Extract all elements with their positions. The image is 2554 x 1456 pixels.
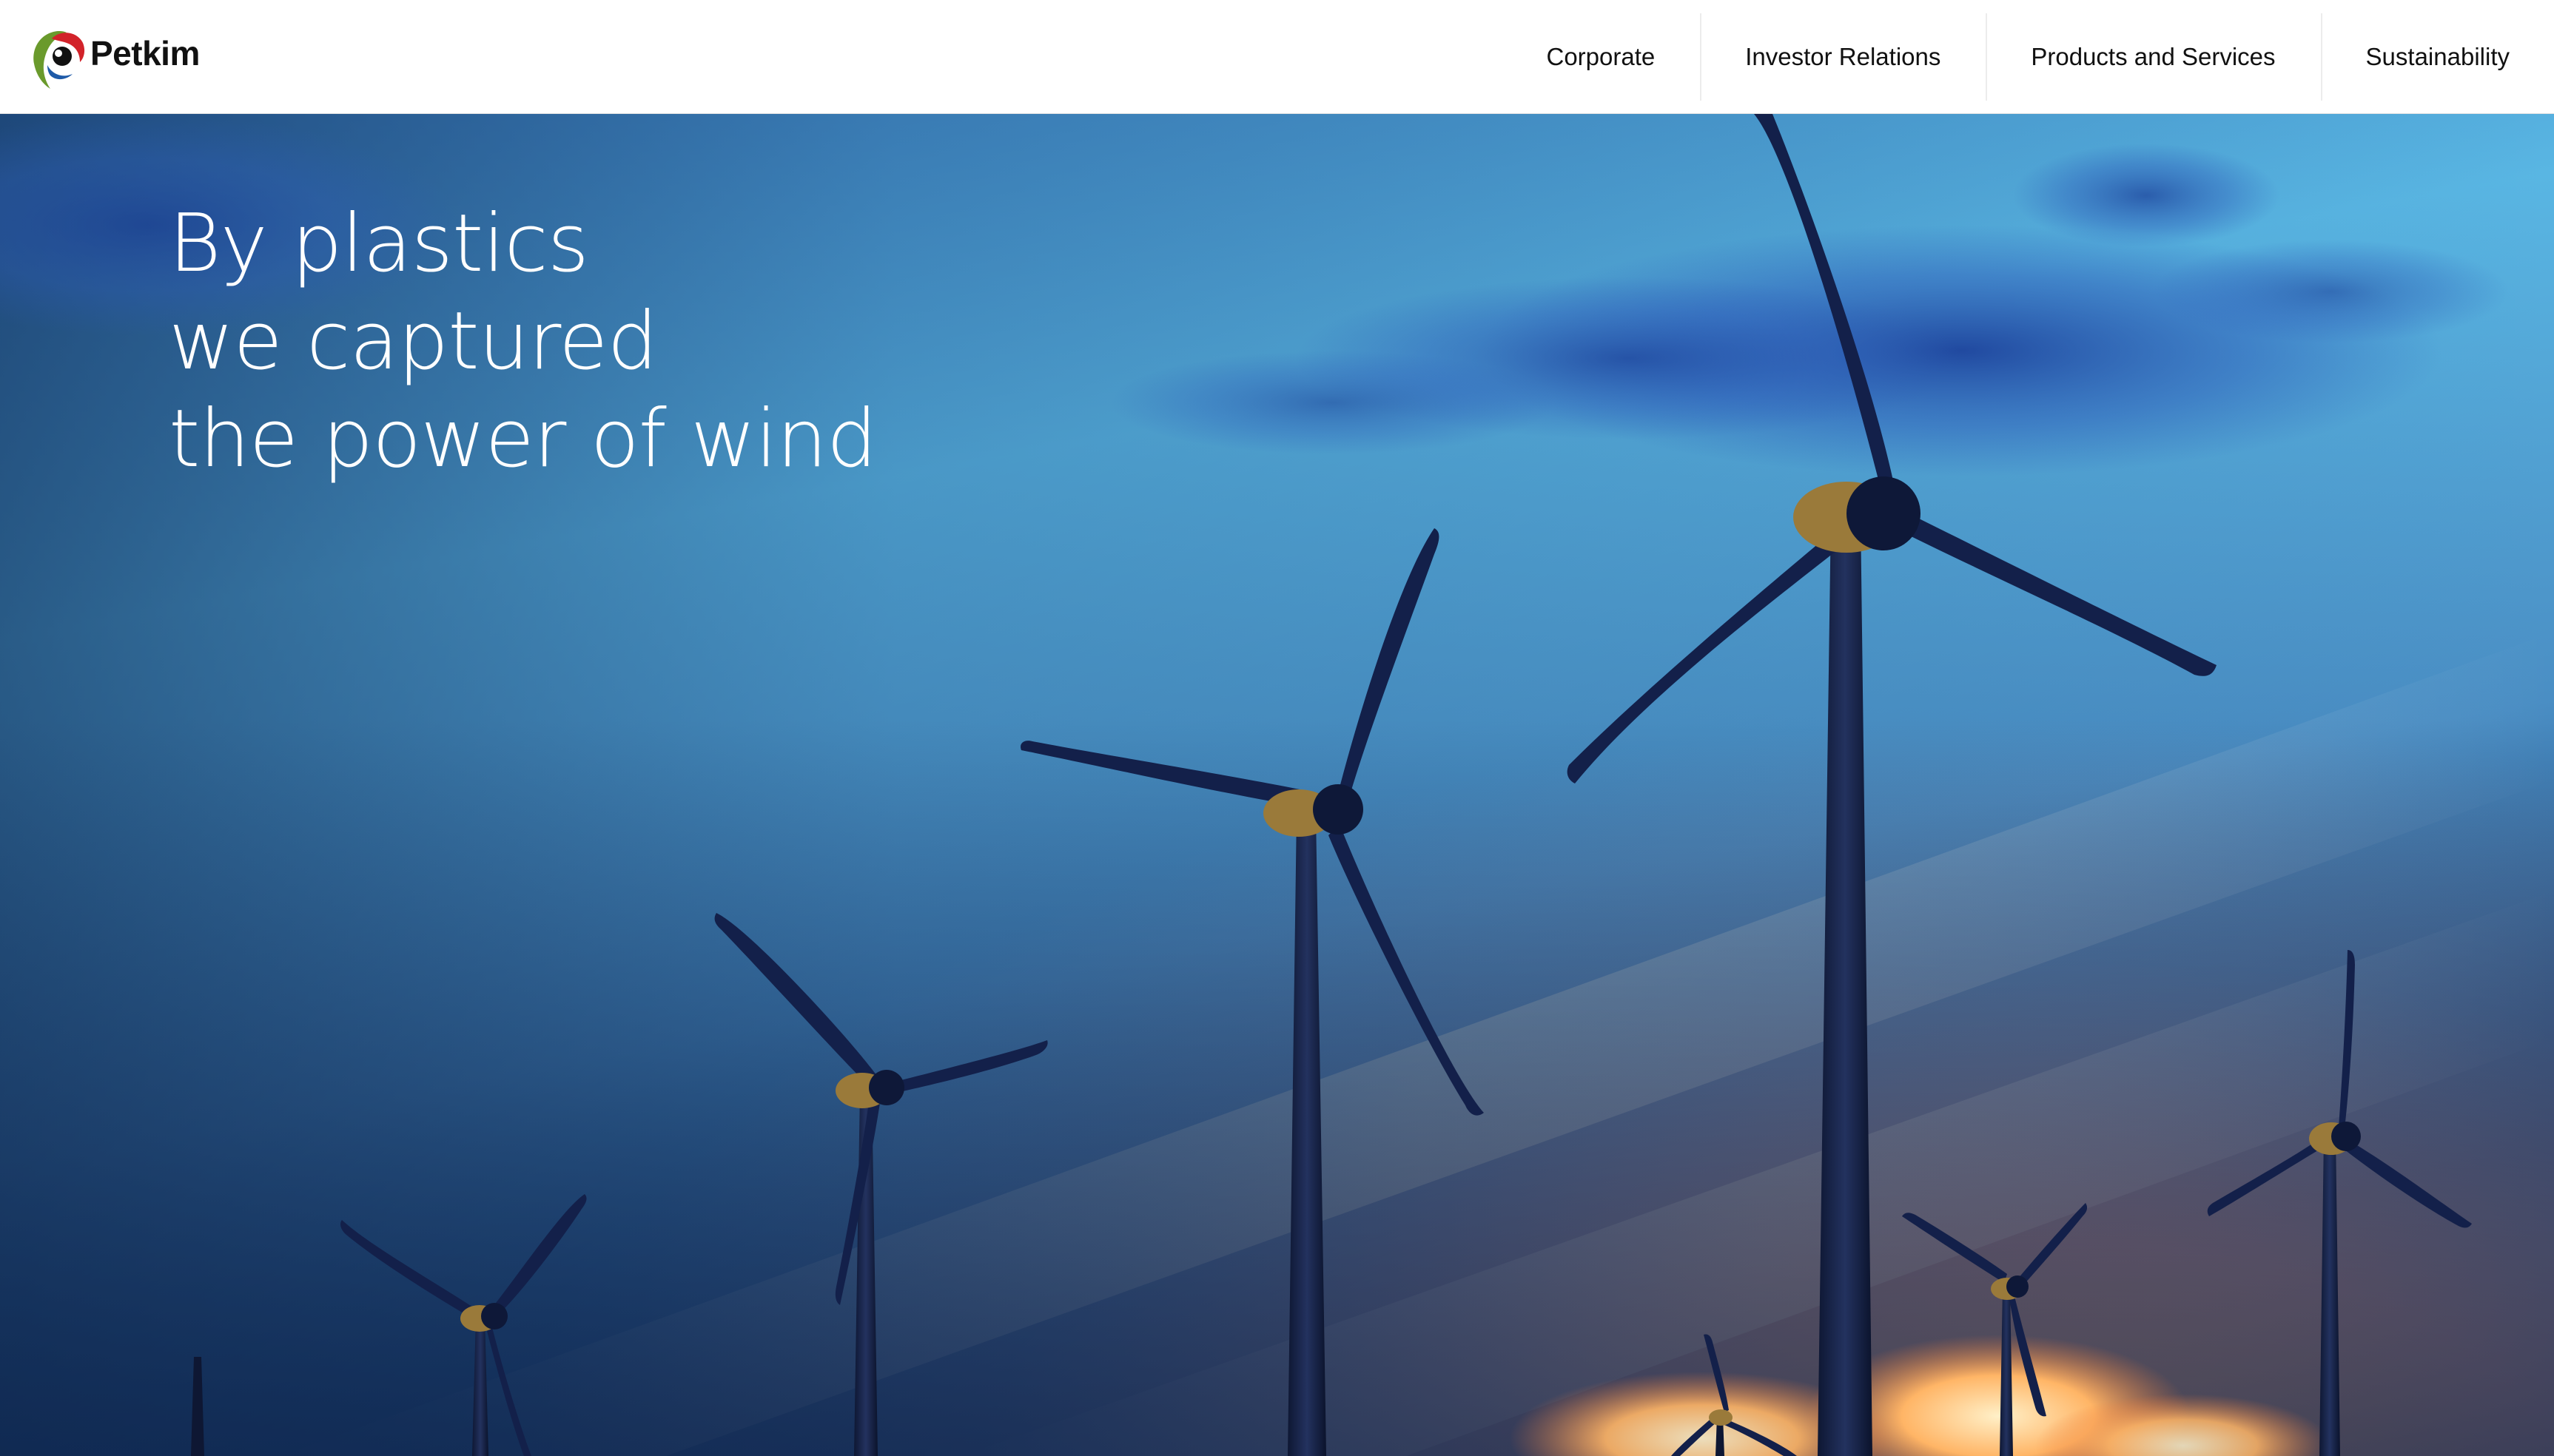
nav-item-sustainability[interactable]: Sustainability [2320,0,2554,114]
hero-headline: By plastics we captured the power of win… [169,195,877,488]
site-header: Petkim Corporate Investor Relations Prod… [0,0,2554,114]
brand-name: Petkim [90,34,200,73]
hero-headline-line-1: By plastics [169,198,589,290]
main-nav: Corporate Investor Relations Products an… [1501,0,2554,114]
page: Petkim Corporate Investor Relations Prod… [0,0,2554,1456]
hero-headline-line-2: we captured [169,295,658,388]
hero-banner: By plastics we captured the power of win… [0,114,2554,1456]
hero-headline-line-3: the power of wind [169,393,877,485]
petkim-logo-link[interactable]: Petkim [30,28,200,90]
nav-item-investor-relations[interactable]: Investor Relations [1700,0,1986,114]
petkim-logo-icon [33,31,85,89]
nav-item-products-and-services[interactable]: Products and Services [1986,0,2320,114]
nav-item-corporate[interactable]: Corporate [1501,0,1700,114]
